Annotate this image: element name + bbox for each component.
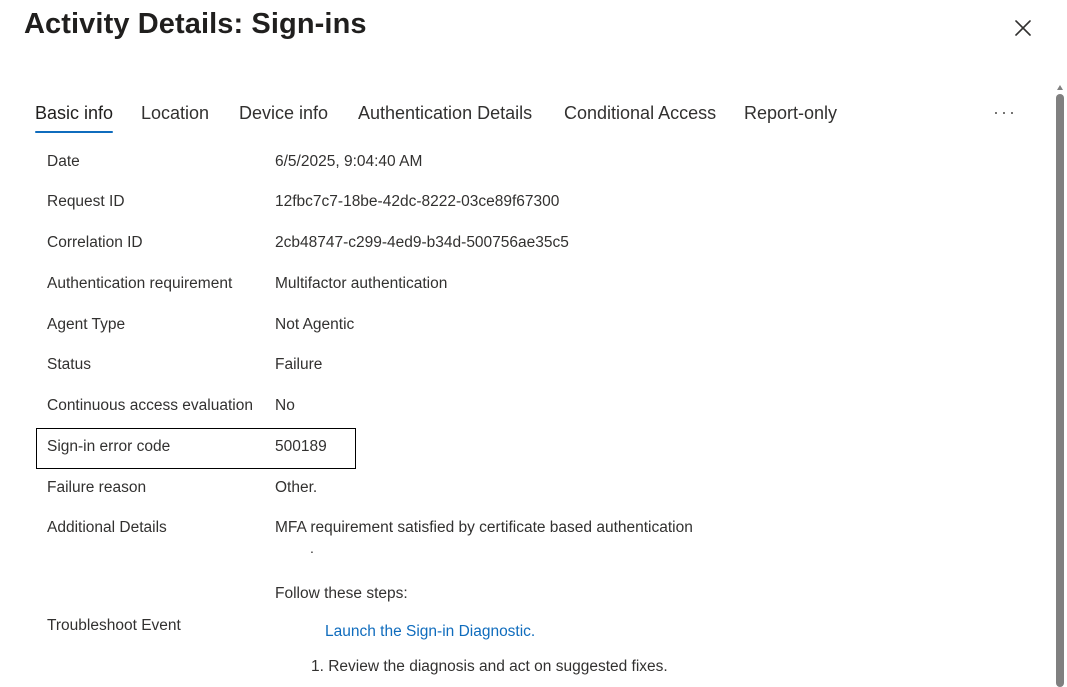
- detail-label: Failure reason: [47, 479, 147, 496]
- more-tabs-button[interactable]: ···: [993, 103, 1017, 121]
- troubleshoot-steps-title: Follow these steps:: [275, 585, 408, 602]
- detail-value: Not Agentic: [275, 316, 355, 333]
- detail-label: Agent Type: [47, 316, 126, 333]
- detail-value: No: [275, 397, 295, 414]
- tab-conditional-access[interactable]: Conditional Access: [564, 101, 716, 133]
- scroll-up-arrow-icon[interactable]: [1056, 80, 1064, 90]
- scrollbar-thumb[interactable]: [1056, 94, 1064, 687]
- detail-label: Request ID: [47, 193, 125, 210]
- tab-bar: Basic info Location Device info Authenti…: [35, 101, 1035, 137]
- detail-value: 2cb48747-c299-4ed9-b34d-500756ae35c5: [275, 234, 569, 251]
- detail-label: Sign-in error code: [47, 438, 171, 455]
- close-icon: [1015, 20, 1031, 36]
- detail-value: 500189: [275, 438, 327, 455]
- detail-value: 6/5/2025, 9:04:40 AM: [275, 153, 423, 170]
- detail-value: MFA requirement satisfied by certificate…: [275, 519, 693, 536]
- detail-value: Multifactor authentication: [275, 275, 448, 292]
- troubleshoot-event-label: Troubleshoot Event: [47, 617, 181, 634]
- tab-location[interactable]: Location: [141, 101, 209, 133]
- detail-label: Date: [47, 153, 80, 170]
- detail-label: Status: [47, 356, 91, 373]
- tab-report-only[interactable]: Report-only: [744, 101, 837, 133]
- page-title: Activity Details: Sign-ins: [24, 8, 367, 40]
- tab-device-info[interactable]: Device info: [239, 101, 328, 133]
- detail-label: Authentication requirement: [47, 275, 233, 292]
- detail-value: Failure: [275, 356, 323, 373]
- detail-label: Additional Details: [47, 519, 167, 536]
- troubleshoot-step-1: 1. Review the diagnosis and act on sugge…: [311, 658, 668, 675]
- detail-value: 12fbc7c7-18be-42dc-8222-03ce89f67300: [275, 193, 560, 210]
- additional-details-dot: .: [310, 540, 314, 556]
- detail-label: Continuous access evaluation: [47, 397, 253, 414]
- tab-authentication-details[interactable]: Authentication Details: [358, 101, 532, 133]
- detail-label: Correlation ID: [47, 234, 143, 251]
- close-button[interactable]: [1011, 16, 1035, 40]
- launch-sign-in-diagnostic-link[interactable]: Launch the Sign-in Diagnostic.: [325, 623, 535, 641]
- tab-basic-info[interactable]: Basic info: [35, 101, 114, 133]
- detail-value: Other.: [275, 479, 318, 496]
